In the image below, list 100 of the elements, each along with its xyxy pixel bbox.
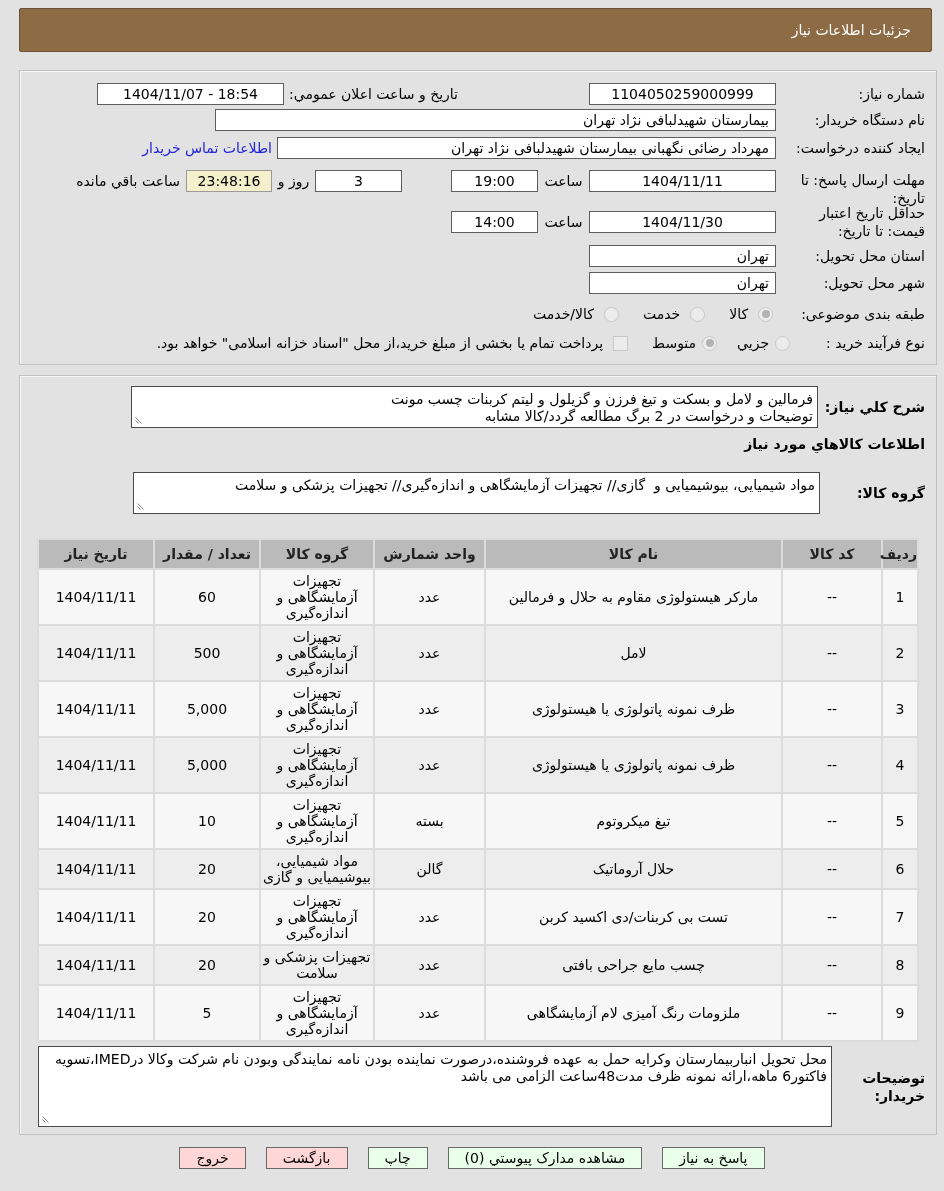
table-cell: تجهیزات آزمایشگاهی و اندازه‌گیری: [260, 889, 374, 945]
field-label: شرح کلي نیاز:: [823, 397, 925, 418]
radio-button[interactable]: [603, 306, 619, 322]
field-label: ایجاد کننده درخواست:: [795, 138, 925, 159]
reply-button[interactable]: پاسخ به نیاز: [662, 1147, 765, 1169]
field-label: طبقه بندی موضوعی:: [801, 304, 925, 325]
textarea-text: محل تحویل انباربیمارستان وکرایه حمل به عهده فروشنده،درصورت نماینده بودن نامه نمایندگی وبودن نام شرکت وکالا درIMED،تسویه فاکتور6 ماهه،ارائه نمونه ظرف مدت48ساعت الزامی می باشد: [54, 1051, 827, 1085]
resize-grip-icon[interactable]: [137, 503, 144, 510]
table-cell: چسب مایع جراحی بافتی: [485, 945, 782, 985]
table-cell: مارکر هیستولوژی مقاوم به حلال و فرمالین: [485, 569, 782, 625]
column-header: تاریخ نیاز: [38, 539, 154, 569]
table-cell: تجهیزات پزشکی و سلامت: [260, 945, 374, 985]
table-cell: 5,000: [154, 737, 260, 793]
table-cell: 1: [882, 569, 918, 625]
table-cell: 4: [882, 737, 918, 793]
time-field[interactable]: 19:00: [451, 170, 538, 192]
checkbox-label: پرداخت تمام یا بخشی از مبلغ خرید،از محل "اسناد خزانه اسلامی" خواهد بود.: [156, 333, 604, 354]
table-cell: لامل: [485, 625, 782, 681]
buyer-org-field[interactable]: بیمارستان شهیدلبافی نژاد تهران: [215, 109, 776, 131]
table-cell: 5: [882, 793, 918, 849]
table-cell: 20: [154, 849, 260, 889]
table-cell: --: [782, 625, 882, 681]
radio-button[interactable]: [758, 306, 774, 322]
field-label: نام دستگاه خریدار:: [813, 110, 925, 131]
date-field[interactable]: 1404/11/11: [589, 170, 776, 192]
field-label: حداقل تاریخ اعتبار قیمت: تا تاریخ:: [817, 205, 925, 240]
announcement-date-field[interactable]: 1404/11/07 - 18:54: [97, 83, 285, 105]
table-cell: 9: [882, 985, 918, 1041]
column-header: نام کالا: [485, 539, 782, 569]
table-cell: 1404/11/11: [38, 625, 154, 681]
remaining-time-field[interactable]: 23:48:16: [186, 170, 272, 192]
table-cell: 1404/11/11: [38, 945, 154, 985]
checkbox[interactable]: [613, 335, 629, 351]
days-field[interactable]: 3: [315, 170, 402, 192]
page-title: جزئیات اطلاعات نیاز: [791, 20, 911, 41]
table-cell: عدد: [374, 625, 485, 681]
table-cell: --: [782, 681, 882, 737]
table-cell: 1404/11/11: [38, 569, 154, 625]
province-field[interactable]: تهران: [589, 245, 776, 267]
requester-field[interactable]: مهرداد رضائی نگهبانی بیمارستان شهیدلبافی نژاد تهران: [277, 137, 776, 159]
date-field[interactable]: 1404/11/30: [589, 211, 776, 233]
back-button[interactable]: بازگشت: [265, 1147, 348, 1169]
radio-label: کالا: [729, 304, 749, 324]
table-cell: عدد: [374, 737, 485, 793]
field-label: استان محل تحویل:: [814, 246, 925, 267]
table-cell: تجهیزات آزمایشگاهی و اندازه‌گیری: [260, 625, 374, 681]
table-cell: 20: [154, 889, 260, 945]
resize-grip-icon[interactable]: [135, 417, 142, 424]
radio-label: متوسط: [652, 333, 697, 354]
textarea-text: فرمالین و لامل و بسکت و تیغ فرزن و گزیلول و لیتم کربنات چسب مونت توضیحات و درخواست در 2 برگ مطالعه گردد/کالا مشابه: [390, 391, 813, 425]
table-cell: تجهیزات آزمایشگاهی و اندازه‌گیری: [260, 681, 374, 737]
table-cell: حلال آروماتیک: [485, 849, 782, 889]
table-cell: --: [782, 849, 882, 889]
table-cell: --: [782, 793, 882, 849]
table-cell: بسته: [374, 793, 485, 849]
time-field[interactable]: 14:00: [451, 211, 538, 233]
radio-button[interactable]: [702, 335, 718, 351]
table-cell: ظرف نمونه پاتولوژی یا هیستولوژی: [485, 681, 782, 737]
table-cell: --: [782, 737, 882, 793]
table-cell: تجهیزات آزمایشگاهی و اندازه‌گیری: [260, 569, 374, 625]
radio-button[interactable]: [775, 335, 791, 351]
need-number-field[interactable]: 1104050259000999: [589, 83, 776, 105]
table-cell: 1404/11/11: [38, 985, 154, 1041]
description-textarea[interactable]: فرمالین و لامل و بسکت و تیغ فرزن و گزیلول و لیتم کربنات چسب مونت توضیحات و درخواست در 2 برگ مطالعه گردد/کالا مشابه: [131, 386, 818, 428]
table-cell: 60: [154, 569, 260, 625]
table-cell: عدد: [374, 569, 485, 625]
field-label: روز و: [276, 171, 311, 192]
table-cell: --: [782, 945, 882, 985]
goods-group-textarea[interactable]: مواد شیمیایی، بیوشیمیایی و گازی// تجهیزات آزمایشگاهی و اندازه‌گیری// تجهیزات پزشکی و سلامت: [133, 472, 820, 514]
print-button[interactable]: چاپ: [367, 1147, 428, 1169]
radio-button[interactable]: [690, 306, 706, 322]
table-cell: --: [782, 985, 882, 1041]
table-cell: عدد: [374, 681, 485, 737]
table-cell: 6: [882, 849, 918, 889]
column-header: ردیف: [882, 539, 918, 569]
buyer-notes-textarea[interactable]: محل تحویل انباربیمارستان وکرایه حمل به عهده فروشنده،درصورت نماینده بودن نامه نمایندگی وبودن نام شرکت وکالا درIMED،تسویه فاکتور6 ماهه،ارائه نمونه ظرف مدت48ساعت الزامی می باشد: [38, 1046, 832, 1127]
resize-grip-icon[interactable]: [42, 1116, 49, 1123]
table-cell: گالن: [374, 849, 485, 889]
column-header: گروه کالا: [260, 539, 374, 569]
table-cell: 1404/11/11: [38, 793, 154, 849]
section-heading: اطلاعات کالاهاي مورد نیاز: [744, 436, 925, 452]
attachments-button[interactable]: مشاهده مدارک پیوستي (0): [447, 1147, 643, 1169]
table-cell: 500: [154, 625, 260, 681]
table-cell: مواد شیمیایی، بیوشیمیایی و گازی: [260, 849, 374, 889]
table-cell: تیغ میکروتوم: [485, 793, 782, 849]
field-label: گروه کالا:: [855, 483, 925, 504]
table-cell: 5: [154, 985, 260, 1041]
field-label: شهر محل تحویل:: [822, 273, 925, 294]
table-cell: تجهیزات آزمایشگاهی و اندازه‌گیری: [260, 985, 374, 1041]
field-label: توضیحات خریدار:: [861, 1068, 925, 1105]
table-cell: 3: [882, 681, 918, 737]
exit-button[interactable]: خروج: [179, 1147, 246, 1169]
table-cell: 10: [154, 793, 260, 849]
textarea-text: مواد شیمیایی، بیوشیمیایی و گازی// تجهیزات آزمایشگاهی و اندازه‌گیری// تجهیزات پزشکی و سلامت: [233, 477, 815, 494]
field-label: تاریخ و ساعت اعلان عمومي:: [289, 84, 458, 105]
contact-link[interactable]: اطلاعات تماس خریدار: [142, 137, 272, 159]
table-cell: 7: [882, 889, 918, 945]
city-field[interactable]: تهران: [589, 272, 776, 294]
field-label: شماره نیاز:: [857, 84, 925, 105]
table-cell: تجهیزات آزمایشگاهی و اندازه‌گیری: [260, 793, 374, 849]
